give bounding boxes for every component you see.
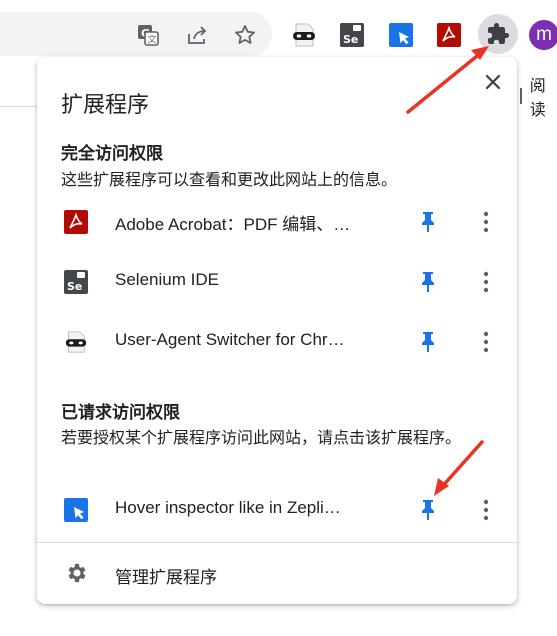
pin-button[interactable] <box>417 209 439 235</box>
svg-text:Se: Se <box>67 280 82 293</box>
user-agent-switcher-icon <box>63 329 89 355</box>
more-vert-icon <box>483 271 489 293</box>
menu-divider <box>37 542 517 543</box>
more-vert-icon <box>483 499 489 521</box>
pin-button[interactable] <box>417 329 439 355</box>
adobe-acrobat-icon <box>63 209 89 235</box>
user-agent-switcher-icon[interactable] <box>289 20 319 50</box>
adobe-acrobat-icon[interactable] <box>434 20 464 50</box>
extension-name: User-Agent Switcher for Chr… <box>115 330 345 349</box>
more-vert-icon <box>483 331 489 353</box>
bookmark-item[interactable]: 阅读 <box>520 72 557 120</box>
hover-inspector-icon[interactable] <box>386 20 416 50</box>
pin-icon <box>422 272 434 292</box>
selenium-ide-icon: Se <box>63 269 89 295</box>
extension-name: Selenium IDE <box>115 270 219 289</box>
pin-icon <box>422 500 434 520</box>
manage-extensions-label: 管理扩展程序 <box>115 568 217 587</box>
extensions-puzzle-icon <box>488 23 509 44</box>
content-divider <box>0 106 40 107</box>
pin-icon <box>422 212 434 232</box>
avatar[interactable]: m <box>529 20 557 50</box>
extensions-button[interactable] <box>478 14 518 54</box>
svg-text:文: 文 <box>148 34 157 46</box>
extensions-menu: 扩展程序 完全访问权限 这些扩展程序可以查看和更改此网站上的信息。 Adobe … <box>37 57 517 604</box>
pin-icon <box>422 332 434 352</box>
close-button[interactable] <box>480 69 506 95</box>
more-options-button[interactable] <box>478 497 494 523</box>
hover-inspector-icon <box>63 497 89 523</box>
extension-row-selenium-ide[interactable]: Se Selenium IDE <box>37 255 517 309</box>
share-icon[interactable] <box>182 20 212 50</box>
popup-title: 扩展程序 <box>61 92 150 117</box>
full-access-title: 完全访问权限 <box>61 144 163 163</box>
svg-text:Se: Se <box>343 33 358 46</box>
extension-name: Adobe Acrobat：PDF 编辑、… <box>115 215 351 234</box>
bookmark-label: 阅读 <box>529 78 546 119</box>
extension-row-adobe-acrobat[interactable]: Adobe Acrobat：PDF 编辑、… <box>37 195 517 249</box>
pin-button[interactable] <box>417 497 439 523</box>
more-options-button[interactable] <box>478 209 494 235</box>
bookmark-star-icon[interactable] <box>230 20 260 50</box>
more-options-button[interactable] <box>478 329 494 355</box>
extension-row-hover-inspector[interactable]: Hover inspector like in Zepli… <box>37 483 517 537</box>
requested-access-description: 若要授权某个扩展程序访问此网站，请点击该扩展程序。 <box>61 430 462 447</box>
bookmark-separator <box>520 88 522 104</box>
full-access-description: 这些扩展程序可以查看和更改此网站上的信息。 <box>61 172 398 189</box>
more-options-button[interactable] <box>478 269 494 295</box>
translate-icon[interactable]: G 文 <box>133 20 163 50</box>
more-vert-icon <box>483 211 489 233</box>
extension-row-user-agent-switcher[interactable]: User-Agent Switcher for Chr… <box>37 315 517 369</box>
selenium-ide-icon[interactable]: Se <box>337 20 367 50</box>
close-icon <box>485 74 501 90</box>
extension-name: Hover inspector like in Zepli… <box>115 498 341 517</box>
gear-icon <box>68 564 86 582</box>
manage-extensions-button[interactable]: 管理扩展程序 <box>37 549 517 595</box>
requested-access-title: 已请求访问权限 <box>61 403 180 422</box>
pin-button[interactable] <box>417 269 439 295</box>
